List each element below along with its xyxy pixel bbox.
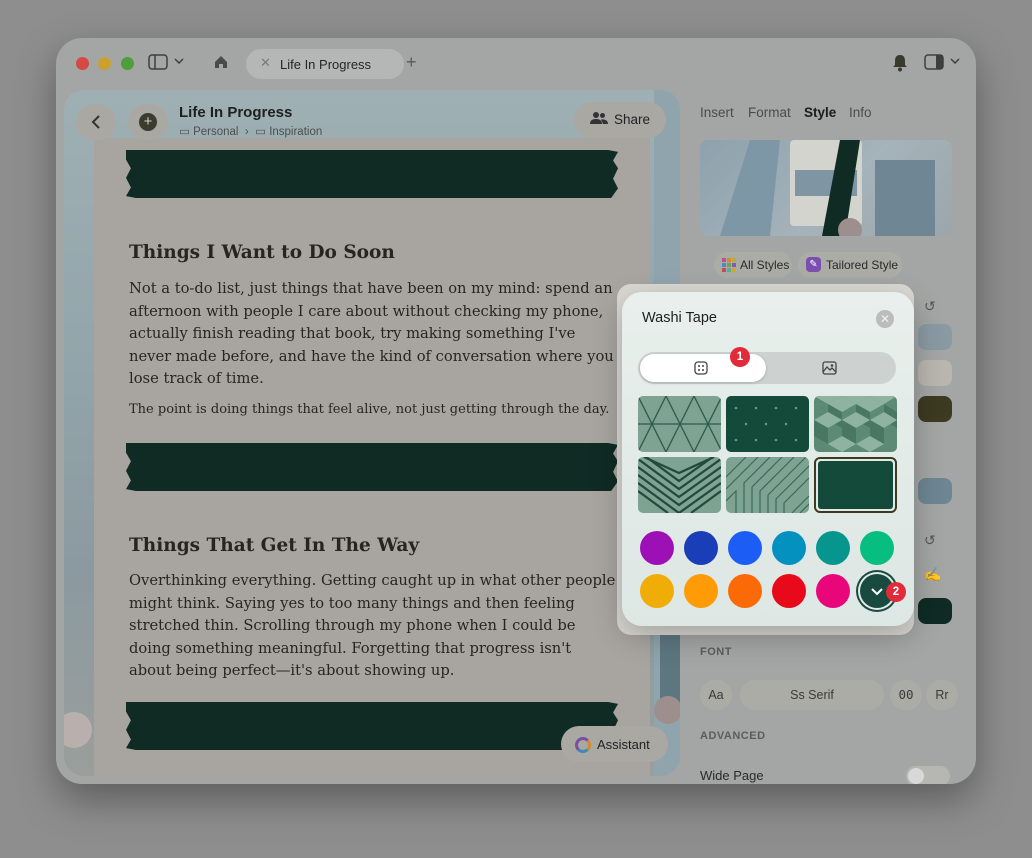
breadcrumb: ▭ Personal › ▭ Inspiration bbox=[179, 124, 322, 138]
tab-insert[interactable]: Insert bbox=[700, 105, 734, 120]
tailored-style-button[interactable]: ✎ Tailored Style bbox=[798, 252, 902, 278]
pattern-triangles[interactable] bbox=[638, 396, 721, 452]
inspector-toggle-icon[interactable] bbox=[924, 54, 944, 74]
pattern-icon bbox=[694, 361, 708, 378]
wide-page-label: Wide Page bbox=[700, 768, 764, 783]
step-badge: 2 bbox=[886, 582, 906, 602]
color-option-green[interactable] bbox=[860, 531, 894, 565]
photo-icon bbox=[822, 361, 837, 375]
close-tab-icon[interactable]: ✕ bbox=[260, 55, 271, 71]
all-styles-label: All Styles bbox=[740, 258, 790, 272]
pattern-dots[interactable] bbox=[726, 396, 809, 452]
toggle-knob bbox=[908, 768, 924, 784]
popover-title: Washi Tape bbox=[642, 310, 717, 326]
chevron-left-icon bbox=[91, 115, 100, 129]
paragraph: Not a to-do list, just things that have … bbox=[129, 280, 614, 387]
document-header: + Life In Progress ▭ Personal › ▭ Inspir… bbox=[64, 90, 680, 150]
tab-title: Life In Progress bbox=[280, 57, 372, 72]
color-option-dark-blue[interactable] bbox=[684, 531, 718, 565]
breadcrumb-item[interactable]: Personal bbox=[193, 126, 238, 138]
breadcrumb-item[interactable]: Inspiration bbox=[269, 126, 322, 138]
color-swatch[interactable] bbox=[918, 396, 952, 422]
pattern-solid-selected[interactable] bbox=[814, 457, 897, 513]
section-heading: Things I Want to Do Soon bbox=[129, 242, 395, 263]
color-option-blue[interactable] bbox=[728, 531, 762, 565]
washi-tape[interactable] bbox=[126, 150, 618, 198]
color-option-pink[interactable] bbox=[816, 574, 850, 608]
font-option-selected[interactable]: Ss Serif bbox=[740, 680, 884, 710]
style-thumbnail[interactable] bbox=[918, 478, 952, 504]
style-thumbnail[interactable] bbox=[918, 324, 952, 350]
back-button[interactable] bbox=[76, 104, 116, 140]
color-option-orange[interactable] bbox=[684, 574, 718, 608]
pattern-lines[interactable] bbox=[726, 457, 809, 513]
tape-color-swatch[interactable] bbox=[918, 598, 952, 624]
folder-icon: ▭ bbox=[179, 126, 190, 138]
tailored-style-label: Tailored Style bbox=[826, 258, 899, 272]
title-bar: ✕ Life In Progress + bbox=[56, 38, 976, 90]
color-option-cyan[interactable] bbox=[772, 531, 806, 565]
paragraph-note: The point is doing things that feel aliv… bbox=[129, 402, 610, 417]
minimize-window-button[interactable] bbox=[98, 57, 111, 70]
chevron-down-icon[interactable] bbox=[174, 54, 184, 72]
style-preview-image[interactable] bbox=[700, 140, 952, 236]
font-option[interactable]: 00 bbox=[890, 680, 922, 710]
home-icon[interactable] bbox=[213, 54, 229, 74]
tab-style[interactable]: Style bbox=[804, 105, 836, 120]
page-title: Life In Progress bbox=[179, 104, 293, 121]
assistant-button[interactable]: Assistant bbox=[561, 726, 668, 762]
signature-icon[interactable]: ✍ bbox=[924, 566, 941, 583]
paragraph: Overthinking everything. Getting caught … bbox=[129, 572, 616, 679]
tab-format[interactable]: Format bbox=[748, 105, 791, 120]
share-button[interactable]: Share bbox=[574, 102, 666, 138]
close-window-button[interactable] bbox=[76, 57, 89, 70]
tab-info[interactable]: Info bbox=[849, 105, 872, 120]
washi-tape[interactable] bbox=[126, 702, 618, 750]
color-swatch[interactable] bbox=[918, 360, 952, 386]
wide-page-toggle[interactable] bbox=[906, 766, 950, 784]
font-option[interactable]: Aa bbox=[700, 680, 732, 710]
color-option-yellow[interactable] bbox=[640, 574, 674, 608]
chevron-down-icon[interactable] bbox=[950, 54, 960, 72]
advanced-section-label: ADVANCED bbox=[700, 730, 766, 742]
assistant-icon bbox=[575, 737, 591, 753]
color-option-dark-orange[interactable] bbox=[728, 574, 762, 608]
magic-wand-icon: ✎ bbox=[806, 257, 821, 272]
new-tab-icon[interactable]: + bbox=[406, 52, 417, 73]
folder-icon: ▭ bbox=[255, 126, 266, 138]
sidebar-toggle-icon[interactable] bbox=[148, 54, 168, 74]
color-option-purple[interactable] bbox=[640, 531, 674, 565]
color-option-teal[interactable] bbox=[816, 531, 850, 565]
font-option[interactable]: Rr bbox=[926, 680, 958, 710]
chevron-right-icon: › bbox=[241, 126, 252, 138]
pattern-chevrons[interactable] bbox=[638, 457, 721, 513]
washi-tape-popover: Washi Tape ✕ 1 2 bbox=[622, 292, 914, 626]
font-section-label: FONT bbox=[700, 646, 732, 658]
plus-icon: + bbox=[139, 113, 157, 131]
document-tab[interactable]: ✕ Life In Progress bbox=[246, 49, 404, 79]
section-heading: Things That Get In The Way bbox=[129, 535, 420, 556]
grid-icon bbox=[722, 258, 736, 275]
all-styles-button[interactable]: All Styles bbox=[714, 252, 792, 278]
segmented-control bbox=[638, 352, 896, 384]
people-icon bbox=[590, 111, 608, 128]
step-badge: 1 bbox=[730, 347, 750, 367]
assistant-label: Assistant bbox=[597, 737, 650, 752]
close-icon[interactable]: ✕ bbox=[876, 310, 894, 328]
solid-swatch bbox=[818, 461, 893, 509]
bell-icon[interactable] bbox=[892, 54, 908, 76]
add-button[interactable]: + bbox=[128, 104, 168, 140]
share-label: Share bbox=[614, 112, 651, 127]
pattern-cubes[interactable] bbox=[814, 396, 897, 452]
photo-segment[interactable] bbox=[822, 361, 837, 378]
reset-icon[interactable]: ↺ bbox=[924, 532, 936, 549]
reset-icon[interactable]: ↺ bbox=[924, 298, 936, 315]
zoom-window-button[interactable] bbox=[121, 57, 134, 70]
washi-tape[interactable] bbox=[126, 443, 618, 491]
color-option-red[interactable] bbox=[772, 574, 806, 608]
